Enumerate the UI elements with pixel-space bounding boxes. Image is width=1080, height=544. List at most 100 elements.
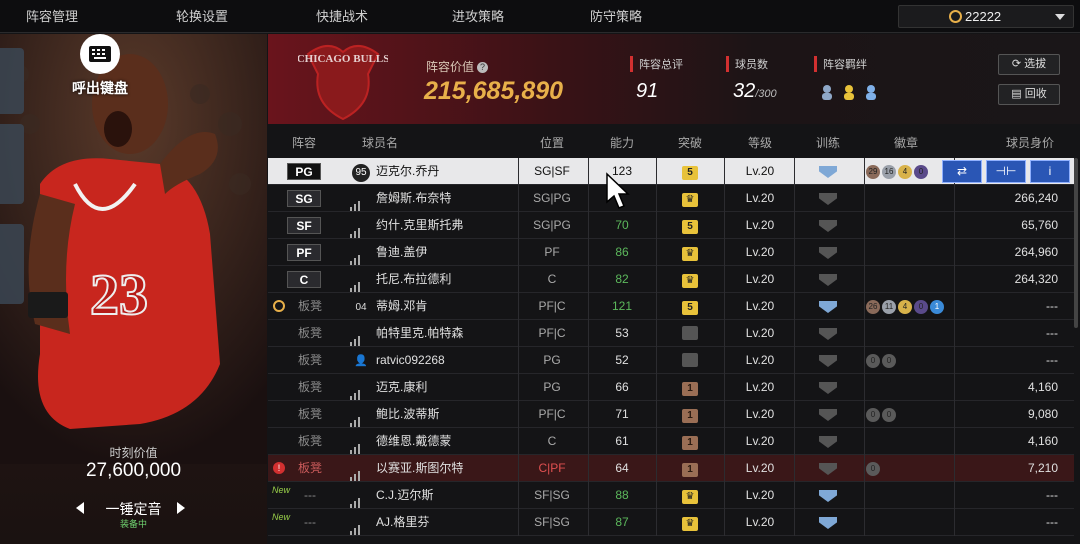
column-divider bbox=[954, 509, 955, 536]
column-divider bbox=[864, 482, 865, 509]
table-row[interactable]: PF 鲁迪.盖伊 PF 86 ♛ Lv.20 264,960 bbox=[268, 239, 1074, 266]
transfer-button[interactable]: ⇄ bbox=[942, 160, 982, 183]
table-row[interactable]: 板凳 德维恩.戴德蒙 C 61 1 Lv.20 4,160 bbox=[268, 428, 1074, 455]
player-name[interactable]: 德维恩.戴德蒙 bbox=[376, 428, 451, 455]
badges-cell: 0 bbox=[866, 455, 882, 482]
currency-dropdown[interactable]: 22222 bbox=[898, 5, 1074, 28]
player-number-badge: 04 bbox=[355, 302, 367, 313]
training-shield-icon bbox=[819, 274, 837, 286]
player-level: Lv.20 bbox=[745, 272, 775, 286]
table-row[interactable]: 板凳 👤 ratvic092268 PG 52 Lv.20 0 0 --- bbox=[268, 347, 1074, 374]
side-tool-button[interactable] bbox=[0, 224, 24, 304]
training-cell[interactable] bbox=[800, 455, 856, 482]
training-cell[interactable] bbox=[800, 401, 856, 428]
table-row[interactable]: 板凳 迈克.康利 PG 66 1 Lv.20 4,160 bbox=[268, 374, 1074, 401]
breakthrough-badge: 5 bbox=[682, 220, 698, 234]
breakthrough-badge: 1 bbox=[682, 463, 698, 477]
column-divider bbox=[954, 401, 955, 428]
header-slot[interactable]: 阵容 bbox=[268, 134, 340, 151]
column-divider bbox=[864, 455, 865, 482]
tab-defense-strategy[interactable]: 防守策略 bbox=[554, 0, 678, 33]
header-name[interactable]: 球员名 bbox=[350, 134, 410, 151]
table-row[interactable]: 板凳 帕特里克.帕特森 PF|C 53 Lv.20 --- bbox=[268, 320, 1074, 347]
top-nav: 阵容管理 轮换设置 快捷战术 进攻策略 防守策略 22222 bbox=[0, 0, 1080, 33]
player-position: C bbox=[547, 434, 557, 448]
tab-quick-tactics[interactable]: 快捷战术 bbox=[280, 0, 404, 33]
column-divider bbox=[794, 158, 795, 185]
help-icon[interactable]: ? bbox=[477, 62, 489, 74]
training-cell[interactable] bbox=[800, 374, 856, 401]
scrollbar[interactable] bbox=[1074, 158, 1078, 328]
training-cell[interactable] bbox=[800, 158, 856, 185]
column-divider bbox=[656, 266, 657, 293]
player-name[interactable]: 以赛亚.斯图尔特 bbox=[376, 455, 463, 482]
column-divider bbox=[864, 374, 865, 401]
table-row[interactable]: 板凳 鲍比.波蒂斯 PF|C 71 1 Lv.20 0 0 9,080 bbox=[268, 401, 1074, 428]
slot-cell: 板凳 bbox=[268, 374, 340, 401]
training-cell[interactable] bbox=[800, 212, 856, 239]
slot-cell: SG bbox=[268, 185, 340, 212]
player-name[interactable]: 鲍比.波蒂斯 bbox=[376, 401, 439, 428]
player-ability: 52 bbox=[615, 353, 629, 367]
player-name[interactable]: AJ.格里芬 bbox=[376, 509, 429, 536]
tab-offense-strategy[interactable]: 进攻策略 bbox=[416, 0, 540, 33]
player-name[interactable]: 迈克尔.乔丹 bbox=[376, 158, 439, 185]
training-cell[interactable] bbox=[800, 266, 856, 293]
table-row[interactable]: 板凳 04 蒂姆.邓肯 PF|C 121 5 Lv.20 26 11 4 0 1 --- bbox=[268, 293, 1074, 320]
training-cell[interactable] bbox=[800, 509, 856, 536]
training-cell[interactable] bbox=[800, 320, 856, 347]
player-name[interactable]: 詹姆斯.布奈特 bbox=[376, 185, 451, 212]
tab-lineup-management[interactable]: 阵容管理 bbox=[0, 0, 104, 33]
info-button[interactable]: i bbox=[1030, 160, 1070, 183]
side-tool-button[interactable] bbox=[0, 124, 24, 204]
player-name[interactable]: ratvic092268 bbox=[376, 347, 445, 374]
table-row[interactable]: PG 95 迈克尔.乔丹 SG|SF 123 5 Lv.20 29 16 4 0 ⇄ ⊣⊢ i bbox=[268, 158, 1074, 185]
player-level: Lv.20 bbox=[745, 434, 775, 448]
badge-icon: 0 bbox=[882, 407, 896, 422]
player-name[interactable]: C.J.迈尔斯 bbox=[376, 482, 433, 509]
column-divider bbox=[656, 158, 657, 185]
header-value[interactable]: 球员身价 bbox=[990, 134, 1070, 151]
player-name[interactable]: 蒂姆.邓肯 bbox=[376, 293, 427, 320]
table-row[interactable]: C 托尼.布拉德利 C 82 ♛ Lv.20 264,320 bbox=[268, 266, 1074, 293]
pick-button[interactable]: ⟳ 选拔 bbox=[998, 54, 1060, 75]
column-divider bbox=[588, 482, 589, 509]
table-row[interactable]: ! 板凳 以赛亚.斯图尔特 C|PF 64 1 Lv.20 0 7,210 bbox=[268, 455, 1074, 482]
header-badges[interactable]: 徽章 bbox=[878, 134, 934, 151]
header-level[interactable]: 等级 bbox=[730, 134, 790, 151]
lineup-value: 215,685,890 bbox=[424, 77, 564, 105]
column-divider bbox=[954, 482, 955, 509]
breakthrough-cell: 1 bbox=[662, 428, 718, 455]
header-training[interactable]: 训练 bbox=[800, 134, 856, 151]
player-icon-cell: 04 bbox=[350, 293, 372, 320]
bond-icons[interactable] bbox=[821, 82, 891, 107]
player-name[interactable]: 鲁迪.盖伊 bbox=[376, 239, 427, 266]
column-divider bbox=[724, 185, 725, 212]
tab-rotation-settings[interactable]: 轮换设置 bbox=[140, 0, 264, 33]
player-name[interactable]: 托尼.布拉德利 bbox=[376, 266, 451, 293]
column-divider bbox=[794, 320, 795, 347]
header-position[interactable]: 位置 bbox=[520, 134, 584, 151]
header-ability[interactable]: 能力 bbox=[594, 134, 650, 151]
coin-icon bbox=[949, 10, 962, 23]
training-cell[interactable] bbox=[800, 239, 856, 266]
training-button[interactable]: ⊣⊢ bbox=[986, 160, 1026, 183]
training-cell[interactable] bbox=[800, 293, 856, 320]
side-tool-button[interactable] bbox=[0, 48, 24, 114]
table-row[interactable]: New --- AJ.格里芬 SF|SG 87 ♛ Lv.20 --- bbox=[268, 509, 1074, 536]
player-name[interactable]: 帕特里克.帕特森 bbox=[376, 320, 463, 347]
training-cell[interactable] bbox=[800, 185, 856, 212]
header-breakthrough[interactable]: 突破 bbox=[662, 134, 718, 151]
keyboard-toggle[interactable]: 呼出键盘 bbox=[64, 34, 136, 100]
table-row[interactable]: New --- C.J.迈尔斯 SF|SG 88 ♛ Lv.20 --- bbox=[268, 482, 1074, 509]
training-cell[interactable] bbox=[800, 482, 856, 509]
player-name[interactable]: 约什.克里斯托弗 bbox=[376, 212, 463, 239]
training-cell[interactable] bbox=[800, 428, 856, 455]
training-cell[interactable] bbox=[800, 347, 856, 374]
next-skill-arrow-icon[interactable] bbox=[177, 502, 185, 514]
table-row[interactable]: SG 詹姆斯.布奈特 SG|PG ♛ Lv.20 266,240 bbox=[268, 185, 1074, 212]
column-divider bbox=[518, 266, 519, 293]
player-name[interactable]: 迈克.康利 bbox=[376, 374, 427, 401]
recycle-button[interactable]: ▤ 回收 bbox=[998, 84, 1060, 105]
table-row[interactable]: SF 约什.克里斯托弗 SG|PG 70 5 Lv.20 65,760 bbox=[268, 212, 1074, 239]
